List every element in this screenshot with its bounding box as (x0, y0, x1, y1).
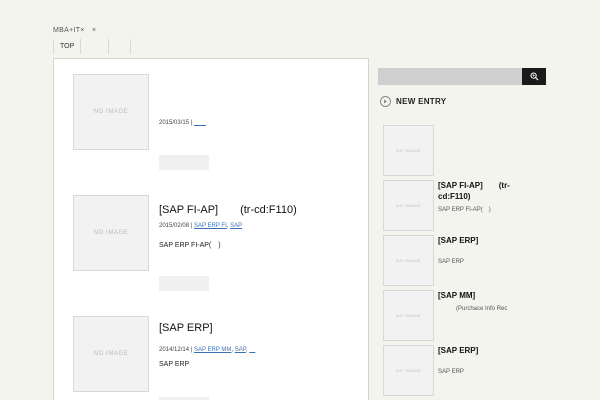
main-content: NO IMAGE 2015/03/15 | NO IMAGE [SAP FI-A… (53, 58, 369, 400)
nav-item-top[interactable]: TOP (53, 39, 80, 54)
post-excerpt: SAP ERP (159, 361, 190, 368)
read-more-button[interactable] (159, 155, 209, 170)
sidebar-thumbnail[interactable]: NO IMAGE (383, 345, 434, 396)
arrow-circle-icon (380, 96, 391, 107)
search-icon (530, 72, 538, 81)
sidebar-thumbnail[interactable]: NO IMAGE (383, 125, 434, 176)
post-date: 2015/03/15 (159, 120, 190, 126)
post-title[interactable]: [SAP ERP] (159, 322, 213, 334)
search-input[interactable] (378, 68, 522, 85)
new-entry-title: NEW ENTRY (396, 97, 447, 106)
post-date: 2015/02/08 (159, 223, 190, 229)
sidebar-entry-title[interactable]: [SAP MM] (438, 290, 475, 301)
site-title[interactable]: MBA+IT× × (53, 25, 96, 35)
sidebar-entry-title[interactable]: [SAP FI-AP] (tr- cd:F110) (438, 180, 510, 202)
post-meta: 2015/03/15 | (159, 117, 206, 126)
search-button[interactable] (522, 68, 546, 85)
post-thumbnail[interactable]: NO IMAGE (73, 74, 149, 150)
post-date: 2014/12/14 (159, 347, 190, 353)
sidebar-entry-title[interactable]: [SAP ERP] (438, 235, 478, 246)
post-category-link[interactable]: SAP (230, 223, 242, 229)
post-meta: 2015/02/08 | SAP ERP FI, SAP (159, 223, 243, 229)
sidebar-entry-excerpt: SAP ERP FI-AP( ) (438, 207, 491, 213)
read-more-button[interactable] (159, 276, 209, 291)
new-entry-heading: NEW ENTRY (380, 96, 446, 107)
nav-item-3[interactable] (108, 39, 132, 54)
sidebar-entry-excerpt: (Purchace Info Rec (438, 306, 508, 312)
post-thumbnail[interactable]: NO IMAGE (73, 195, 149, 271)
sidebar-entry-excerpt: SAP ERP (438, 259, 464, 265)
post-category-link[interactable]: SAP ERP FI (194, 223, 227, 229)
sidebar-entry-title[interactable]: [SAP ERP] (438, 345, 478, 356)
sidebar-thumbnail[interactable]: NO IMAGE (383, 180, 434, 231)
sidebar-thumbnail[interactable]: NO IMAGE (383, 235, 434, 286)
search-form (378, 68, 546, 85)
sidebar-thumbnail[interactable]: NO IMAGE (383, 290, 434, 341)
post-title[interactable]: [SAP FI-AP] (tr-cd:F110) (159, 201, 297, 217)
global-nav: TOP (53, 39, 132, 54)
post-category-link[interactable]: SAP ERP MM (194, 347, 231, 353)
post-meta: 2014/12/14 | SAP ERP MM, SAP, (159, 344, 255, 353)
post-excerpt: SAP ERP FI-AP( ) (159, 242, 221, 249)
post-category-link[interactable] (249, 347, 255, 353)
post-category-link[interactable] (194, 120, 206, 126)
post-thumbnail[interactable]: NO IMAGE (73, 316, 149, 392)
nav-item-2[interactable] (80, 39, 108, 54)
post-category-link[interactable]: SAP (235, 347, 246, 353)
sidebar-entry-excerpt: SAP ERP (438, 369, 464, 375)
